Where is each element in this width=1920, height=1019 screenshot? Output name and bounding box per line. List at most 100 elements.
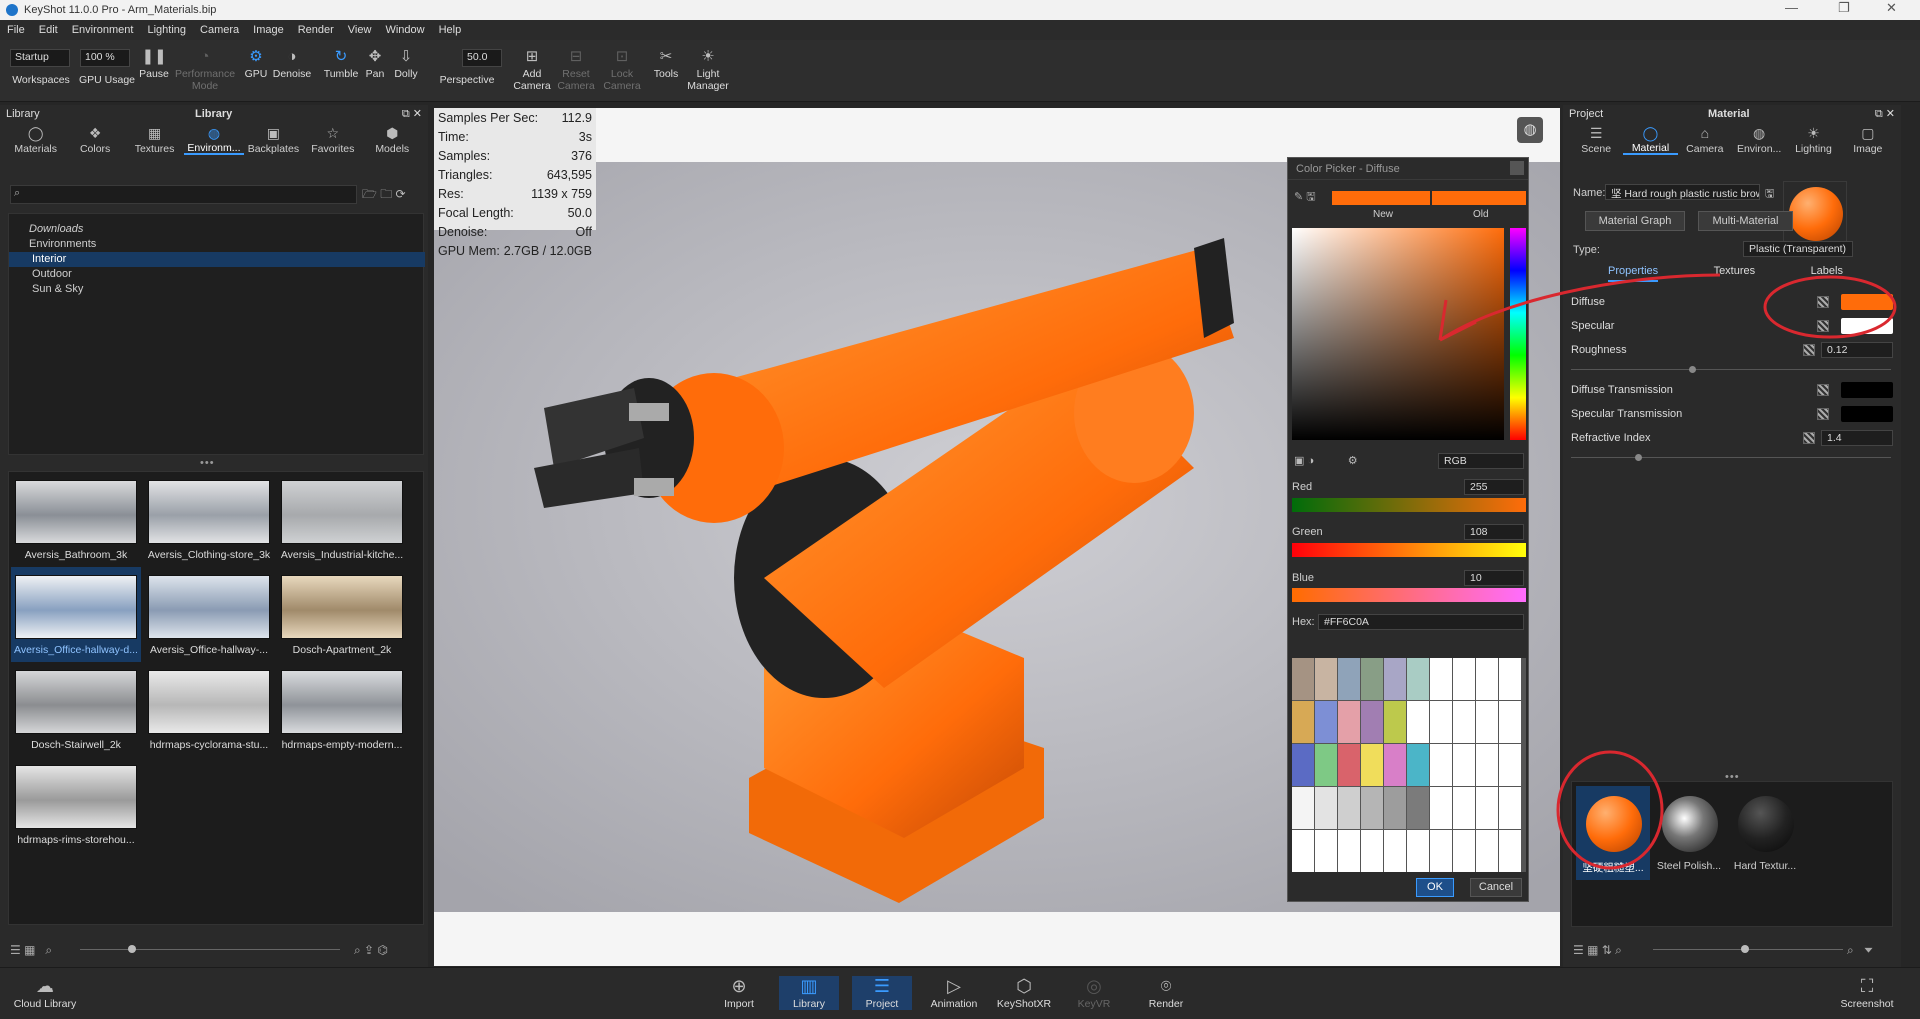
tab-favorites[interactable]: ☆ Favorites	[303, 123, 362, 155]
color-swatch[interactable]	[1338, 701, 1360, 743]
material-type-select[interactable]: Plastic (Transparent)	[1743, 241, 1853, 257]
splitter-handle[interactable]: •••	[200, 457, 215, 469]
color-swatch[interactable]	[1453, 830, 1475, 872]
saturation-value-field[interactable]	[1292, 228, 1504, 440]
project-button[interactable]: ☰ Project	[852, 976, 912, 1010]
tree-item-interior[interactable]: Interior	[9, 252, 425, 267]
library-close-icon[interactable]: ⧉ ✕	[402, 107, 422, 121]
color-swatch[interactable]	[1384, 701, 1406, 743]
material-thumb-selected[interactable]: 坚硬粗糙塑...	[1576, 786, 1650, 880]
diffuse-texture-icon[interactable]	[1817, 296, 1829, 308]
color-swatch[interactable]	[1292, 658, 1314, 700]
color-swatch[interactable]	[1407, 830, 1429, 872]
color-swatch[interactable]	[1361, 701, 1383, 743]
menu-image[interactable]: Image	[246, 24, 291, 36]
environment-globe-icon[interactable]: ◍	[1517, 117, 1543, 143]
tab-image[interactable]: ▢ Image	[1841, 123, 1895, 155]
color-swatch[interactable]	[1361, 787, 1383, 829]
color-swatch[interactable]	[1338, 744, 1360, 786]
tab-camera[interactable]: ⌂ Camera	[1678, 123, 1732, 155]
color-swatch[interactable]	[1292, 787, 1314, 829]
color-swatch[interactable]	[1384, 658, 1406, 700]
diffuse-transmission-texture-icon[interactable]	[1817, 384, 1829, 396]
color-swatch[interactable]	[1430, 744, 1452, 786]
reset-camera-button[interactable]: ⊟ Reset Camera	[556, 44, 596, 100]
pause-button[interactable]: ❚❚ Pause	[137, 44, 171, 100]
roughness-slider[interactable]	[1565, 362, 1899, 378]
color-swatch[interactable]	[1453, 701, 1475, 743]
subtab-textures[interactable]: Textures	[1714, 265, 1756, 282]
environment-thumbnail[interactable]: hdrmaps-rims-storehou...	[11, 757, 141, 852]
color-swatch[interactable]	[1361, 744, 1383, 786]
light-manager-button[interactable]: ☀ Light Manager	[686, 44, 730, 100]
refractive-texture-icon[interactable]	[1803, 432, 1815, 444]
color-swatch[interactable]	[1499, 830, 1521, 872]
color-swatch[interactable]	[1315, 744, 1337, 786]
screenshot-button[interactable]: ⛶ Screenshot	[1832, 976, 1902, 1010]
blue-slider[interactable]	[1292, 588, 1526, 602]
hex-input[interactable]: #FF6C0A	[1318, 614, 1524, 630]
tab-environments[interactable]: ◍ Environm...	[184, 123, 244, 155]
color-swatch[interactable]	[1499, 701, 1521, 743]
folder-icons[interactable]: 🗁 🗀 ⟳	[362, 185, 406, 206]
material-name-input[interactable]: 坚 Hard rough plastic rustic brown #2	[1605, 184, 1760, 200]
menu-window[interactable]: Window	[378, 24, 431, 36]
red-slider[interactable]	[1292, 498, 1526, 512]
close-window-button[interactable]: ✕	[1886, 0, 1897, 16]
specular-texture-icon[interactable]	[1817, 320, 1829, 332]
keyvr-button[interactable]: ◎ KeyVR	[1064, 976, 1124, 1010]
tab-materials[interactable]: ◯ Materials	[6, 123, 65, 155]
tumble-button[interactable]: ↻ Tumble	[321, 44, 361, 100]
keyshotxr-button[interactable]: ⬡ KeyShotXR	[994, 976, 1054, 1010]
color-swatch[interactable]	[1384, 830, 1406, 872]
color-swatch[interactable]	[1315, 658, 1337, 700]
color-swatch[interactable]	[1315, 701, 1337, 743]
thumbnail-size-slider[interactable]	[80, 949, 340, 950]
menu-environment[interactable]: Environment	[65, 24, 141, 36]
library-search-input[interactable]: ⌕	[10, 185, 357, 204]
tab-environment[interactable]: ◍ Environ...	[1732, 123, 1786, 155]
performance-mode-button[interactable]: ◔ Performance Mode	[174, 44, 236, 100]
slider-handle[interactable]	[1741, 945, 1749, 953]
color-swatch[interactable]	[1338, 787, 1360, 829]
color-swatch[interactable]	[1361, 830, 1383, 872]
material-graph-button[interactable]: Material Graph	[1585, 211, 1685, 231]
minimize-button[interactable]: —	[1785, 0, 1798, 15]
specular-transmission-swatch[interactable]	[1841, 406, 1893, 422]
environment-thumbnail[interactable]: Aversis_Industrial-kitche...	[277, 472, 407, 567]
roughness-input[interactable]: 0.12	[1821, 342, 1893, 358]
color-swatch[interactable]	[1430, 658, 1452, 700]
environment-thumbnail[interactable]: hdrmaps-empty-modern...	[277, 662, 407, 757]
import-button[interactable]: ⊕ Import	[709, 976, 769, 1010]
tab-colors[interactable]: ❖ Colors	[65, 123, 124, 155]
environment-thumbnail[interactable]: Aversis_Office-hallway-...	[144, 567, 274, 662]
project-footer-icons[interactable]: ⌕ ⏷	[1847, 943, 1873, 958]
ok-button[interactable]: OK	[1416, 878, 1454, 897]
specular-color-swatch[interactable]	[1841, 318, 1893, 334]
cancel-button[interactable]: Cancel	[1470, 878, 1522, 897]
tab-backplates[interactable]: ▣ Backplates	[244, 123, 303, 155]
environment-thumbnail[interactable]: Dosch-Stairwell_2k	[11, 662, 141, 757]
multi-material-button[interactable]: Multi-Material	[1698, 211, 1793, 231]
green-slider[interactable]	[1292, 543, 1526, 557]
cloud-library-button[interactable]: ☁ Cloud Library	[10, 976, 80, 1010]
color-swatch[interactable]	[1384, 787, 1406, 829]
subtab-properties[interactable]: Properties	[1608, 265, 1659, 282]
color-swatch[interactable]	[1338, 658, 1360, 700]
library-footer-icons[interactable]: ⌕ ⇪ ⌬	[354, 943, 388, 958]
color-swatch[interactable]	[1430, 787, 1452, 829]
project-close-icon[interactable]: ⧉ ✕	[1875, 107, 1895, 121]
environment-thumbnail[interactable]: Aversis_Office-hallway-d...	[11, 567, 141, 662]
maximize-button[interactable]: ❐	[1838, 0, 1850, 16]
roughness-slider-handle[interactable]	[1689, 366, 1696, 373]
color-swatch[interactable]	[1499, 658, 1521, 700]
color-swatch[interactable]	[1315, 787, 1337, 829]
color-swatch[interactable]	[1430, 701, 1452, 743]
color-swatch[interactable]	[1453, 658, 1475, 700]
color-mode-icons[interactable]: ▣ ◑ ⚙	[1294, 454, 1358, 467]
tab-material[interactable]: ◯ Material	[1623, 123, 1678, 155]
add-camera-button[interactable]: ⊞ Add Camera	[512, 44, 552, 100]
slider-handle[interactable]	[128, 945, 136, 953]
material-thumb-steel[interactable]: Steel Polish...	[1652, 786, 1726, 880]
library-button[interactable]: ▥ Library	[779, 976, 839, 1010]
